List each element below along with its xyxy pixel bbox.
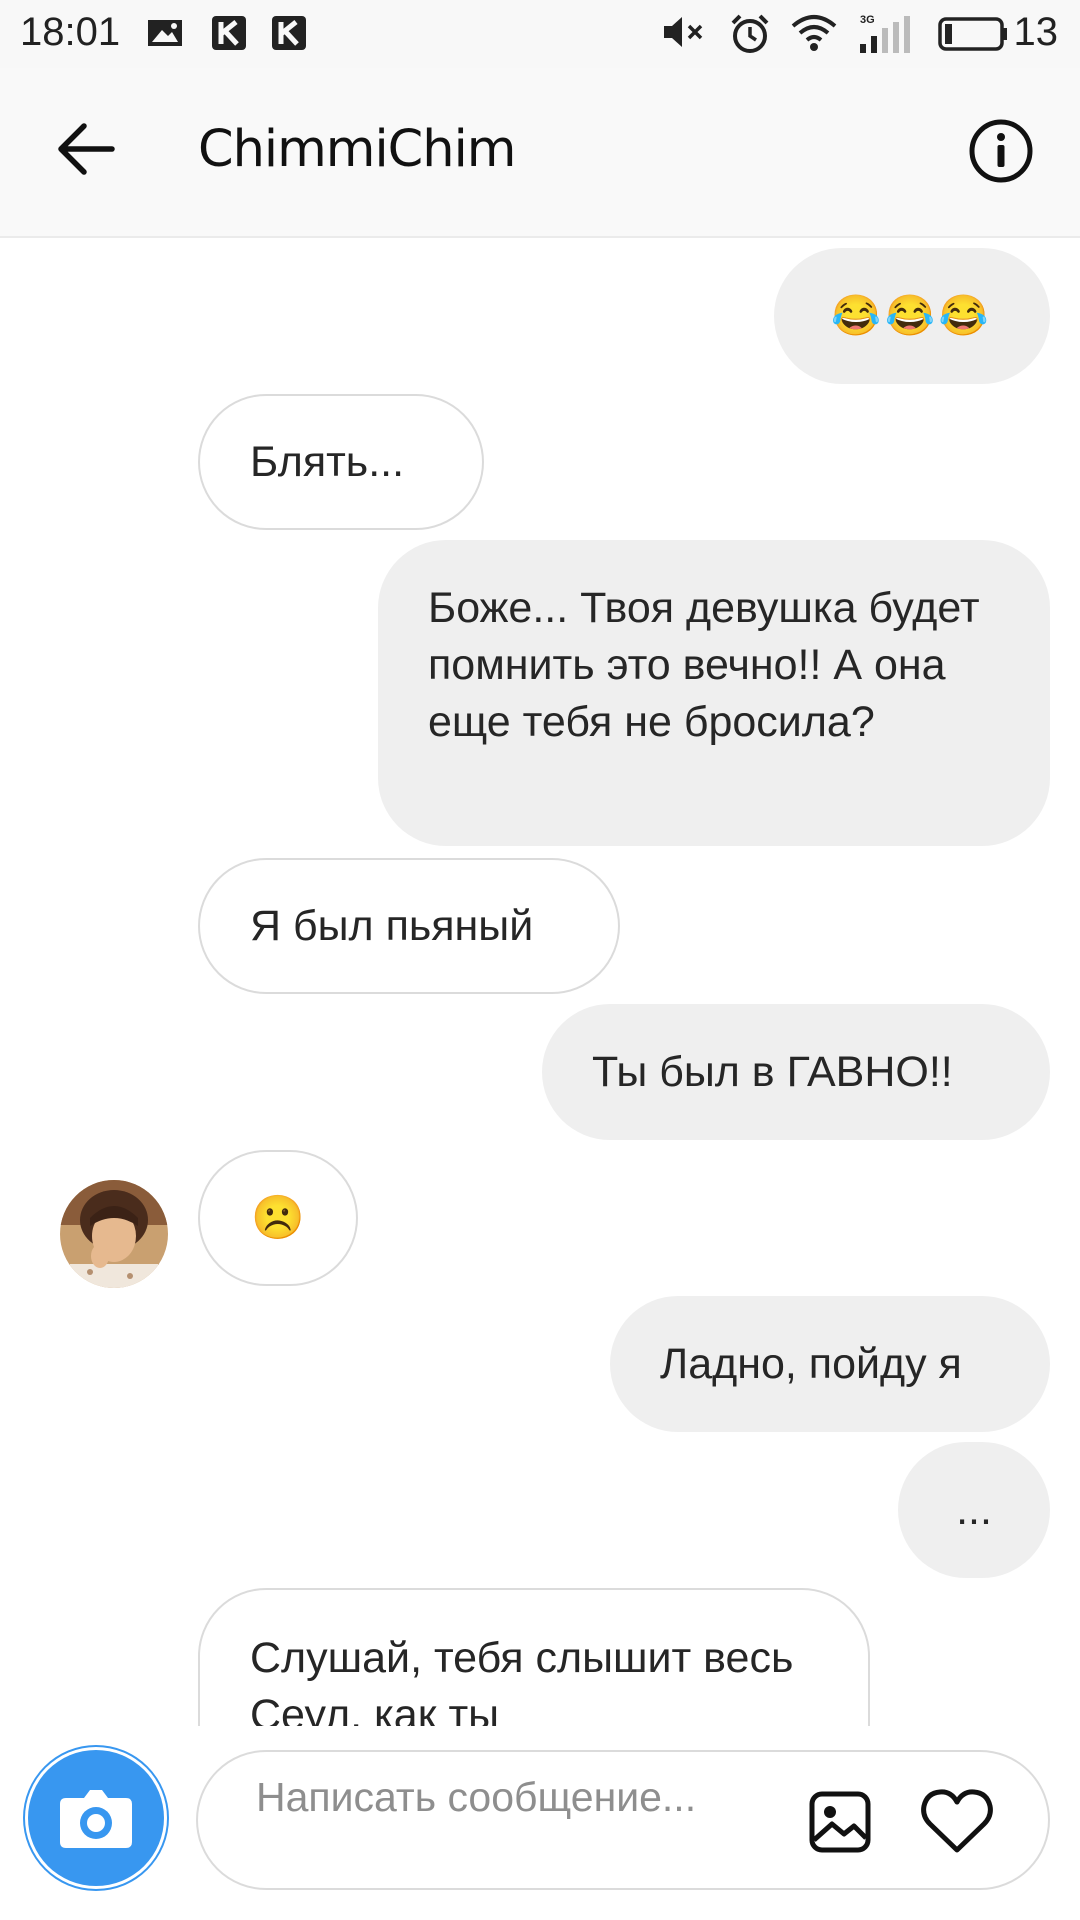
message-bubble-outgoing[interactable]: Боже... Твоя девушка будет помнить это в… [378,540,1050,846]
image-notification-icon [148,20,182,46]
status-bar: 18:01 3G 13 [0,0,1080,68]
avatar-photo [60,1180,168,1288]
wifi-icon [791,15,837,51]
k-app-notification-icon [212,16,246,50]
message-thread[interactable]: 😂😂😂 Блять... Боже... Твоя девушка будет … [0,238,1080,1726]
gallery-icon[interactable] [808,1790,872,1854]
status-time: 18:01 [20,10,121,54]
message-input[interactable] [256,1772,776,1872]
message-bubble-outgoing[interactable]: Ладно, пойду я [610,1296,1050,1432]
k-app-notification-icon [272,16,306,50]
alarm-icon [731,14,769,53]
message-bubble-incoming[interactable]: Я был пьяный [198,858,620,994]
message-composer-bar [0,1726,1080,1920]
message-bubble-outgoing[interactable]: Ты был в ГАВНО!! [542,1004,1050,1140]
message-input-container[interactable] [196,1750,1050,1890]
contact-avatar[interactable] [60,1180,168,1288]
message-bubble-outgoing[interactable]: 😂😂😂 [774,248,1050,384]
camera-button[interactable] [28,1750,164,1886]
message-bubble-incoming[interactable]: Слушай, тебя слышит весь Сеул, как ты [198,1588,870,1726]
message-bubble-outgoing[interactable]: ... [898,1442,1050,1578]
info-icon[interactable] [966,116,1036,186]
back-arrow-icon[interactable] [50,114,120,184]
mute-icon [664,17,703,47]
battery-icon [938,17,1007,51]
battery-percentage: 13 [1013,10,1059,54]
message-bubble-incoming[interactable]: Блять... [198,394,484,530]
heart-icon[interactable] [920,1786,994,1856]
chat-header: ChimmiChim [0,68,1080,238]
camera-icon [60,1790,132,1848]
message-bubble-incoming[interactable]: ☹️ [198,1150,358,1286]
conversation-title[interactable]: ChimmiChim [198,120,516,179]
cellular-signal-icon: 3G [858,14,916,54]
